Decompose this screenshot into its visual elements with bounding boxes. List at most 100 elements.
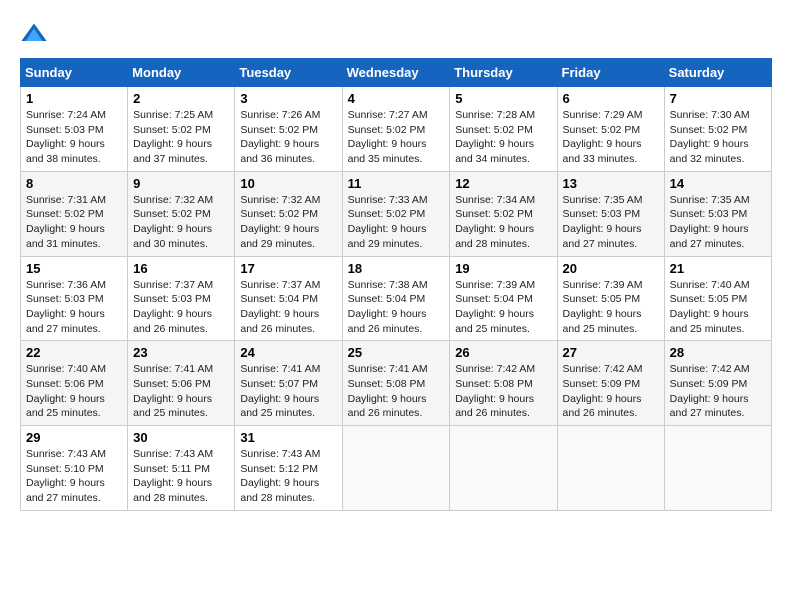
day-number: 31 <box>240 430 336 445</box>
day-info: Sunrise: 7:39 AMSunset: 5:04 PMDaylight:… <box>455 278 551 337</box>
calendar-cell: 22 Sunrise: 7:40 AMSunset: 5:06 PMDayligh… <box>21 341 128 426</box>
calendar-cell: 5Sunrise: 7:28 AMSunset: 5:02 PMDaylight… <box>450 87 557 172</box>
calendar-cell: 31 Sunrise: 7:43 AMSunset: 5:12 PMDayligh… <box>235 426 342 511</box>
day-number: 14 <box>670 176 766 191</box>
day-info: Sunrise: 7:32 AMSunset: 5:02 PMDaylight:… <box>240 193 336 252</box>
day-info: Sunrise: 7:27 AMSunset: 5:02 PMDaylight:… <box>348 108 445 167</box>
day-number: 8 <box>26 176 122 191</box>
day-info: Sunrise: 7:39 AMSunset: 5:05 PMDaylight:… <box>563 278 659 337</box>
calendar-cell: 23 Sunrise: 7:41 AMSunset: 5:06 PMDayligh… <box>128 341 235 426</box>
day-info: Sunrise: 7:41 AMSunset: 5:06 PMDaylight:… <box>133 362 229 421</box>
day-number: 10 <box>240 176 336 191</box>
calendar-week-1: 1 Sunrise: 7:24 AMSunset: 5:03 PMDaylight… <box>21 87 772 172</box>
calendar-header-tuesday: Tuesday <box>235 59 342 87</box>
calendar-header-row: SundayMondayTuesdayWednesdayThursdayFrid… <box>21 59 772 87</box>
logo <box>20 20 52 48</box>
day-number: 29 <box>26 430 122 445</box>
day-info: Sunrise: 7:35 AMSunset: 5:03 PMDaylight:… <box>563 193 659 252</box>
day-info: Sunrise: 7:24 AMSunset: 5:03 PMDaylight:… <box>26 108 122 167</box>
day-number: 18 <box>348 261 445 276</box>
calendar-cell: 17 Sunrise: 7:37 AMSunset: 5:04 PMDayligh… <box>235 256 342 341</box>
day-number: 2 <box>133 91 229 106</box>
calendar-cell <box>557 426 664 511</box>
calendar-week-2: 8Sunrise: 7:31 AMSunset: 5:02 PMDaylight… <box>21 171 772 256</box>
calendar-cell: 28 Sunrise: 7:42 AMSunset: 5:09 PMDayligh… <box>664 341 771 426</box>
calendar-cell: 30 Sunrise: 7:43 AMSunset: 5:11 PMDayligh… <box>128 426 235 511</box>
calendar-cell: 2 Sunrise: 7:25 AMSunset: 5:02 PMDaylight… <box>128 87 235 172</box>
day-info: Sunrise: 7:43 AMSunset: 5:10 PMDaylight:… <box>26 447 122 506</box>
day-number: 5 <box>455 91 551 106</box>
day-number: 24 <box>240 345 336 360</box>
calendar-cell: 24 Sunrise: 7:41 AMSunset: 5:07 PMDayligh… <box>235 341 342 426</box>
calendar-cell: 20 Sunrise: 7:39 AMSunset: 5:05 PMDayligh… <box>557 256 664 341</box>
day-number: 17 <box>240 261 336 276</box>
day-info: Sunrise: 7:43 AMSunset: 5:12 PMDaylight:… <box>240 447 336 506</box>
calendar-cell: 14 Sunrise: 7:35 AMSunset: 5:03 PMDayligh… <box>664 171 771 256</box>
calendar-header-friday: Friday <box>557 59 664 87</box>
day-number: 28 <box>670 345 766 360</box>
day-info: Sunrise: 7:25 AMSunset: 5:02 PMDaylight:… <box>133 108 229 167</box>
calendar-table: SundayMondayTuesdayWednesdayThursdayFrid… <box>20 58 772 511</box>
day-number: 23 <box>133 345 229 360</box>
calendar-header-saturday: Saturday <box>664 59 771 87</box>
day-number: 13 <box>563 176 659 191</box>
day-number: 19 <box>455 261 551 276</box>
day-info: Sunrise: 7:29 AMSunset: 5:02 PMDaylight:… <box>563 108 659 167</box>
day-info: Sunrise: 7:35 AMSunset: 5:03 PMDaylight:… <box>670 193 766 252</box>
calendar-cell: 8Sunrise: 7:31 AMSunset: 5:02 PMDaylight… <box>21 171 128 256</box>
calendar-cell: 25 Sunrise: 7:41 AMSunset: 5:08 PMDayligh… <box>342 341 450 426</box>
day-info: Sunrise: 7:42 AMSunset: 5:09 PMDaylight:… <box>670 362 766 421</box>
calendar-header-thursday: Thursday <box>450 59 557 87</box>
day-info: Sunrise: 7:36 AMSunset: 5:03 PMDaylight:… <box>26 278 122 337</box>
calendar-cell <box>450 426 557 511</box>
day-info: Sunrise: 7:40 AMSunset: 5:05 PMDaylight:… <box>670 278 766 337</box>
day-info: Sunrise: 7:42 AMSunset: 5:09 PMDaylight:… <box>563 362 659 421</box>
day-number: 25 <box>348 345 445 360</box>
day-info: Sunrise: 7:30 AMSunset: 5:02 PMDaylight:… <box>670 108 766 167</box>
day-number: 4 <box>348 91 445 106</box>
day-info: Sunrise: 7:42 AMSunset: 5:08 PMDaylight:… <box>455 362 551 421</box>
calendar-header-wednesday: Wednesday <box>342 59 450 87</box>
calendar-week-3: 15 Sunrise: 7:36 AMSunset: 5:03 PMDayligh… <box>21 256 772 341</box>
calendar-cell: 9Sunrise: 7:32 AMSunset: 5:02 PMDaylight… <box>128 171 235 256</box>
calendar-cell: 26Sunrise: 7:42 AMSunset: 5:08 PMDayligh… <box>450 341 557 426</box>
day-number: 3 <box>240 91 336 106</box>
calendar-cell: 16 Sunrise: 7:37 AMSunset: 5:03 PMDayligh… <box>128 256 235 341</box>
day-number: 12 <box>455 176 551 191</box>
day-info: Sunrise: 7:40 AMSunset: 5:06 PMDaylight:… <box>26 362 122 421</box>
day-number: 16 <box>133 261 229 276</box>
page-header <box>20 20 772 48</box>
day-number: 22 <box>26 345 122 360</box>
calendar-cell: 15 Sunrise: 7:36 AMSunset: 5:03 PMDayligh… <box>21 256 128 341</box>
calendar-cell: 6 Sunrise: 7:29 AMSunset: 5:02 PMDaylight… <box>557 87 664 172</box>
day-info: Sunrise: 7:41 AMSunset: 5:08 PMDaylight:… <box>348 362 445 421</box>
day-number: 6 <box>563 91 659 106</box>
day-info: Sunrise: 7:37 AMSunset: 5:04 PMDaylight:… <box>240 278 336 337</box>
calendar-cell: 29 Sunrise: 7:43 AMSunset: 5:10 PMDayligh… <box>21 426 128 511</box>
calendar-cell: 19 Sunrise: 7:39 AMSunset: 5:04 PMDayligh… <box>450 256 557 341</box>
calendar-header-sunday: Sunday <box>21 59 128 87</box>
day-number: 1 <box>26 91 122 106</box>
calendar-cell: 4 Sunrise: 7:27 AMSunset: 5:02 PMDaylight… <box>342 87 450 172</box>
day-number: 7 <box>670 91 766 106</box>
day-info: Sunrise: 7:37 AMSunset: 5:03 PMDaylight:… <box>133 278 229 337</box>
logo-icon <box>20 20 48 48</box>
day-number: 30 <box>133 430 229 445</box>
calendar-cell <box>342 426 450 511</box>
calendar-cell: 12 Sunrise: 7:34 AMSunset: 5:02 PMDayligh… <box>450 171 557 256</box>
day-info: Sunrise: 7:38 AMSunset: 5:04 PMDaylight:… <box>348 278 445 337</box>
day-info: Sunrise: 7:41 AMSunset: 5:07 PMDaylight:… <box>240 362 336 421</box>
calendar-cell: 7 Sunrise: 7:30 AMSunset: 5:02 PMDaylight… <box>664 87 771 172</box>
calendar-cell: 18 Sunrise: 7:38 AMSunset: 5:04 PMDayligh… <box>342 256 450 341</box>
day-info: Sunrise: 7:33 AMSunset: 5:02 PMDaylight:… <box>348 193 445 252</box>
day-number: 20 <box>563 261 659 276</box>
day-number: 15 <box>26 261 122 276</box>
calendar-week-5: 29 Sunrise: 7:43 AMSunset: 5:10 PMDayligh… <box>21 426 772 511</box>
calendar-week-4: 22 Sunrise: 7:40 AMSunset: 5:06 PMDayligh… <box>21 341 772 426</box>
calendar-cell: 1 Sunrise: 7:24 AMSunset: 5:03 PMDaylight… <box>21 87 128 172</box>
day-info: Sunrise: 7:43 AMSunset: 5:11 PMDaylight:… <box>133 447 229 506</box>
calendar-cell: 27Sunrise: 7:42 AMSunset: 5:09 PMDayligh… <box>557 341 664 426</box>
day-info: Sunrise: 7:34 AMSunset: 5:02 PMDaylight:… <box>455 193 551 252</box>
calendar-cell: 11Sunrise: 7:33 AMSunset: 5:02 PMDayligh… <box>342 171 450 256</box>
day-number: 9 <box>133 176 229 191</box>
